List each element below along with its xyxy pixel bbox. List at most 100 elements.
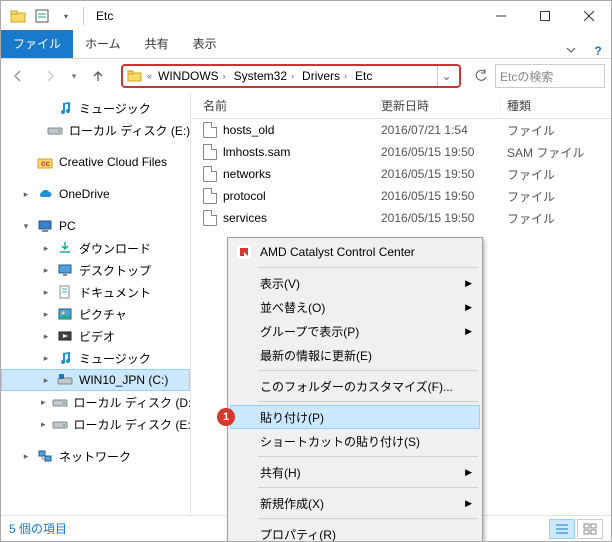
- submenu-arrow-icon: ▶: [465, 467, 472, 478]
- view-details-button[interactable]: [549, 519, 575, 539]
- twisty-icon[interactable]: ▸: [41, 419, 46, 430]
- file-row[interactable]: networks2016/05/15 19:50ファイル: [191, 163, 611, 185]
- tree-item[interactable]: ミュージック: [1, 97, 190, 119]
- file-date: 2016/05/15 19:50: [381, 211, 501, 225]
- help-icon[interactable]: ?: [585, 44, 611, 58]
- qat-dropdown-icon[interactable]: ▾: [55, 5, 77, 27]
- menu-item[interactable]: このフォルダーのカスタマイズ(F)...: [230, 374, 480, 398]
- refresh-button[interactable]: [469, 64, 493, 88]
- file-icon: [203, 122, 217, 138]
- twisty-icon[interactable]: ▸: [41, 375, 51, 386]
- twisty-icon[interactable]: ▸: [41, 309, 51, 320]
- submenu-arrow-icon: ▶: [465, 326, 472, 337]
- svg-text:cc: cc: [41, 159, 50, 168]
- twisty-icon[interactable]: ▸: [41, 243, 51, 254]
- tree-item[interactable]: cc Creative Cloud Files: [1, 151, 190, 173]
- tree-item[interactable]: ▸ ダウンロード: [1, 237, 190, 259]
- file-type: ファイル: [501, 122, 611, 139]
- tree-item[interactable]: ▸ビデオ: [1, 325, 190, 347]
- menu-item-label: 貼り付け(P): [260, 409, 324, 426]
- menu-item[interactable]: ショートカットの貼り付け(S): [230, 429, 480, 453]
- tab-file[interactable]: ファイル: [1, 30, 73, 58]
- tree-item[interactable]: ▸ ピクチャ: [1, 303, 190, 325]
- tree-item[interactable]: ▸ローカル ディスク (D:): [1, 391, 190, 413]
- search-input[interactable]: Etcの検索: [495, 64, 605, 88]
- file-row[interactable]: lmhosts.sam2016/05/15 19:50SAM ファイル: [191, 141, 611, 163]
- menu-separator: [258, 370, 478, 371]
- onedrive-icon: [37, 186, 53, 202]
- file-row[interactable]: services2016/05/15 19:50ファイル: [191, 207, 611, 229]
- path-segment[interactable]: Drivers›: [300, 69, 349, 83]
- tree-item-label: ダウンロード: [79, 240, 151, 257]
- tree-item[interactable]: ▸OneDrive: [1, 183, 190, 205]
- menu-item-label: 最新の情報に更新(E): [260, 347, 372, 364]
- menu-item[interactable]: 表示(V)▶: [230, 271, 480, 295]
- tree-item[interactable]: ▸ミュージック: [1, 347, 190, 369]
- twisty-icon[interactable]: ▸: [21, 451, 31, 462]
- tree-item[interactable]: ▸ローカル ディスク (E:): [1, 413, 190, 435]
- column-headers: 名前 更新日時 種類: [191, 93, 611, 119]
- twisty-icon[interactable]: ▾: [21, 221, 31, 232]
- nav-recent-dropdown[interactable]: ▾: [67, 62, 81, 90]
- tree-item[interactable]: ▸WIN10_JPN (C:): [1, 369, 190, 391]
- minimize-button[interactable]: [479, 1, 523, 31]
- twisty-icon[interactable]: ▸: [41, 331, 51, 342]
- menu-item-label: 新規作成(X): [260, 495, 324, 512]
- menu-item[interactable]: 並べ替え(O)▶: [230, 295, 480, 319]
- menu-item[interactable]: 共有(H)▶: [230, 460, 480, 484]
- file-type: ファイル: [501, 210, 611, 227]
- nav-back-button[interactable]: [3, 62, 33, 90]
- menu-item[interactable]: グループで表示(P)▶: [230, 319, 480, 343]
- menu-item[interactable]: 最新の情報に更新(E): [230, 343, 480, 367]
- twisty-icon[interactable]: ▸: [41, 353, 51, 364]
- view-large-button[interactable]: [577, 519, 603, 539]
- chevron-icon[interactable]: «: [147, 71, 152, 81]
- menu-item[interactable]: プロパティ(R): [230, 522, 480, 542]
- column-type[interactable]: 種類: [501, 97, 611, 114]
- tab-home[interactable]: ホーム: [73, 30, 133, 58]
- menu-item[interactable]: AMD Catalyst Control Center: [230, 240, 480, 264]
- ribbon-expand-icon[interactable]: [557, 44, 585, 58]
- music-icon: [57, 100, 73, 116]
- tree-item-label: ミュージック: [79, 100, 151, 117]
- tree-item[interactable]: ▸ネットワーク: [1, 445, 190, 467]
- twisty-icon[interactable]: ▸: [41, 287, 51, 298]
- tree-item[interactable]: ローカル ディスク (E:): [1, 119, 190, 141]
- download-icon: [57, 240, 73, 256]
- path-segment[interactable]: WINDOWS›: [156, 69, 228, 83]
- address-bar[interactable]: « WINDOWS› System32› Drivers› Etc ⌄: [121, 64, 461, 88]
- menu-separator: [258, 401, 478, 402]
- menu-item-label: このフォルダーのカスタマイズ(F)...: [260, 378, 453, 395]
- nav-forward-button[interactable]: [35, 62, 65, 90]
- folder-icon: [7, 5, 29, 27]
- navigation-tree[interactable]: ミュージックローカル ディスク (E:) cc Creative Cloud Fil…: [1, 93, 191, 515]
- menu-item[interactable]: 1貼り付け(P): [230, 405, 480, 429]
- maximize-button[interactable]: [523, 1, 567, 31]
- nav-up-button[interactable]: [83, 62, 113, 90]
- tree-item[interactable]: ▾ PC: [1, 215, 190, 237]
- file-row[interactable]: hosts_old2016/07/21 1:54ファイル: [191, 119, 611, 141]
- file-row[interactable]: protocol2016/05/15 19:50ファイル: [191, 185, 611, 207]
- twisty-icon[interactable]: ▸: [41, 397, 46, 408]
- close-button[interactable]: [567, 1, 611, 31]
- tree-item[interactable]: ▸ドキュメント: [1, 281, 190, 303]
- twisty-icon[interactable]: ▸: [41, 265, 51, 276]
- properties-icon[interactable]: [31, 5, 53, 27]
- address-dropdown-icon[interactable]: ⌄: [437, 66, 455, 86]
- menu-item[interactable]: 新規作成(X)▶: [230, 491, 480, 515]
- column-date[interactable]: 更新日時: [381, 97, 501, 114]
- picture-icon: [57, 306, 73, 322]
- tree-item[interactable]: ▸デスクトップ: [1, 259, 190, 281]
- path-segment[interactable]: Etc: [353, 69, 374, 83]
- menu-item-label: AMD Catalyst Control Center: [260, 245, 415, 259]
- tree-item-label: PC: [59, 219, 76, 233]
- tree-item-label: Creative Cloud Files: [59, 155, 167, 169]
- path-segment[interactable]: System32›: [232, 69, 296, 83]
- tree-item-label: ピクチャ: [79, 306, 127, 323]
- twisty-icon[interactable]: ▸: [21, 189, 31, 200]
- tab-view[interactable]: 表示: [181, 30, 229, 58]
- menu-item-label: 表示(V): [260, 275, 300, 292]
- column-name[interactable]: 名前: [191, 97, 381, 114]
- tab-share[interactable]: 共有: [133, 30, 181, 58]
- file-icon: [203, 188, 217, 204]
